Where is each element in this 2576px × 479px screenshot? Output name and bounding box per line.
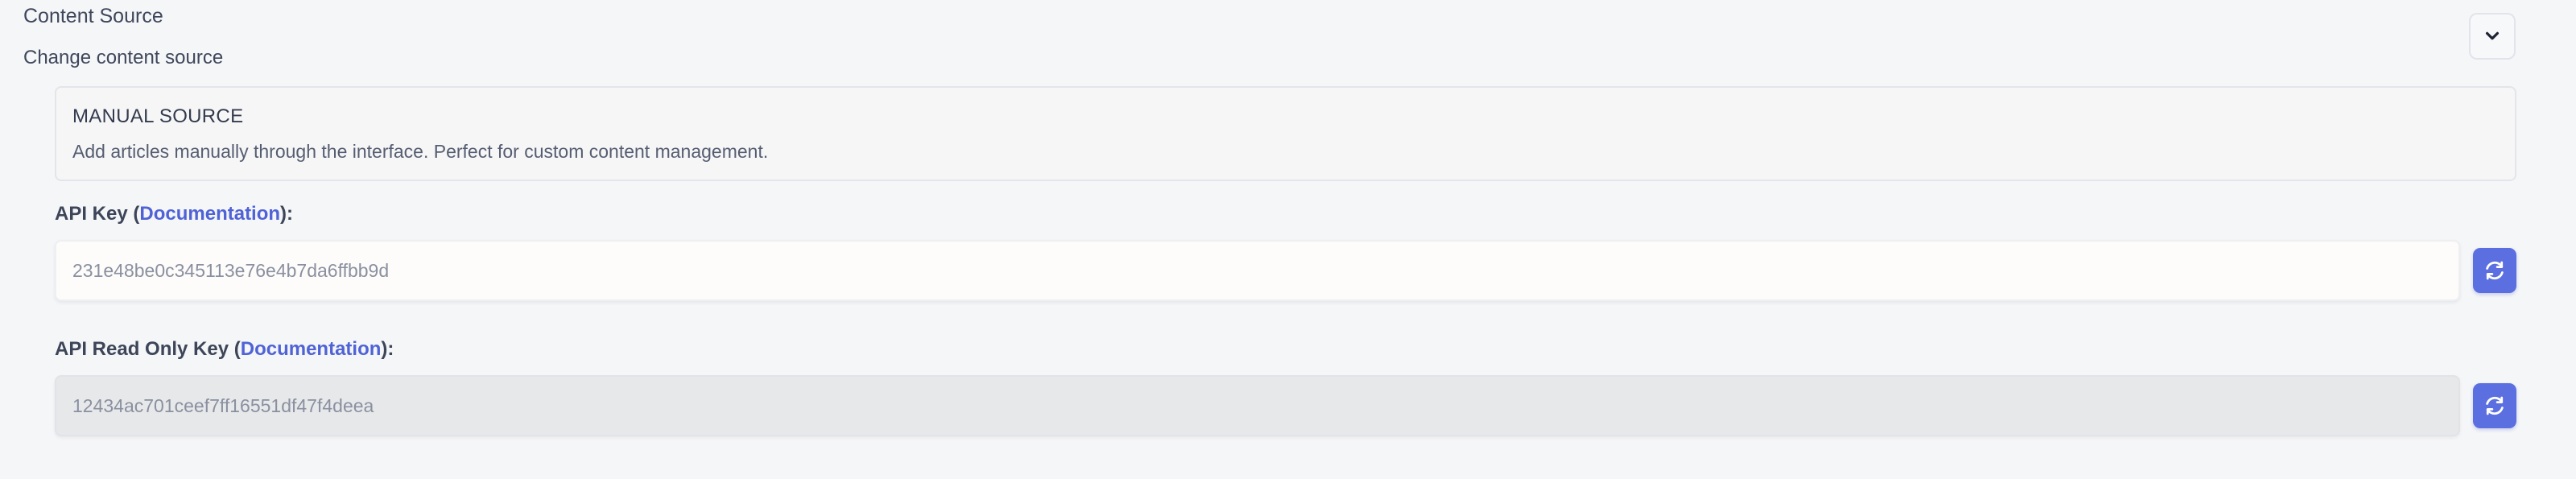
api-key-label-prefix: API Key (: [55, 203, 140, 225]
api-read-only-key-documentation-link[interactable]: Documentation: [241, 338, 382, 360]
api-key-label: API Key (Documentation):: [55, 203, 293, 225]
chevron-down-icon: [2485, 31, 2500, 40]
api-read-only-key-field[interactable]: 12434ac701ceef7ff16551df47f4deea: [55, 375, 2460, 436]
section-title: Content Source: [23, 5, 163, 27]
api-read-only-key-value: 12434ac701ceef7ff16551df47f4deea: [72, 394, 374, 416]
api-read-only-key-label-suffix: ):: [381, 338, 394, 360]
api-read-only-key-label-prefix: API Read Only Key (: [55, 338, 241, 360]
manual-source-card[interactable]: MANUAL SOURCE Add articles manually thro…: [55, 86, 2516, 181]
content-source-panel: Content Source Change content source MAN…: [0, 0, 2576, 479]
collapse-toggle-button[interactable]: [2469, 13, 2516, 60]
api-read-only-key-label: API Read Only Key (Documentation):: [55, 338, 394, 361]
api-key-field[interactable]: 231e48be0c345113e76e4b7da6ffbb9d: [55, 240, 2460, 301]
api-key-documentation-link[interactable]: Documentation: [139, 203, 280, 225]
regenerate-api-read-only-key-button[interactable]: [2473, 383, 2516, 428]
api-key-label-suffix: ):: [280, 203, 294, 225]
regenerate-api-key-button[interactable]: [2473, 248, 2516, 293]
refresh-icon: [2486, 261, 2504, 280]
refresh-icon: [2486, 396, 2504, 415]
api-key-value: 231e48be0c345113e76e4b7da6ffbb9d: [72, 259, 390, 281]
section-subtitle: Change content source: [23, 47, 224, 68]
source-card-description: Add articles manually through the interf…: [72, 141, 769, 162]
source-card-title: MANUAL SOURCE: [72, 105, 244, 127]
